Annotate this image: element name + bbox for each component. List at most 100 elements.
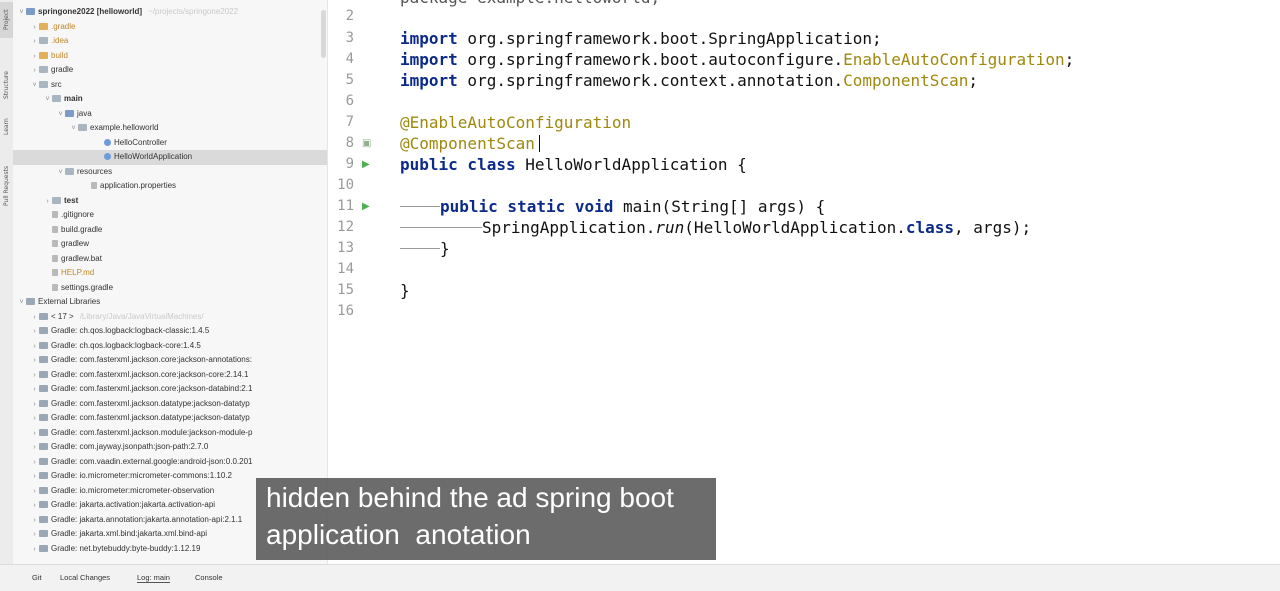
bean-icon[interactable]: ▣ (362, 133, 371, 154)
tree-item-label: .gradle (51, 21, 76, 31)
tree-item[interactable]: › .gradle (13, 20, 327, 35)
tree-item[interactable]: › .idea (13, 34, 327, 49)
tree-item-label: Gradle: com.fasterxml.jackson.datatype:j… (51, 413, 250, 422)
tree-item[interactable]: › Gradle: ch.qos.logback:logback-classic:… (13, 324, 327, 339)
tree-item[interactable]: › Gradle: com.fasterxml.jackson.datatype:… (13, 411, 327, 426)
chevron-right-icon[interactable]: › (30, 383, 39, 398)
chevron-right-icon[interactable]: › (43, 195, 52, 210)
tree-item[interactable]: › Gradle: com.fasterxml.jackson.core:jack… (13, 368, 327, 383)
tree-item[interactable]: ˅ resources (13, 165, 327, 180)
tab-pull-requests[interactable]: Pull Requests (0, 150, 13, 222)
tree-item[interactable]: ˅ main (13, 92, 327, 107)
bottom-tool-bar: Git Local Changes Log: main Console (0, 564, 1280, 591)
tree-item[interactable]: › Gradle: com.fasterxml.jackson.datatype:… (13, 397, 327, 412)
chevron-right-icon[interactable]: › (30, 514, 39, 529)
tab-local-changes[interactable]: Local Changes (60, 573, 110, 582)
run-gutter-icon[interactable]: ▶ (362, 154, 370, 175)
tree-item[interactable]: › Gradle: com.fasterxml.jackson.core:jack… (13, 382, 327, 397)
chevron-right-icon[interactable]: › (30, 311, 39, 326)
chevron-right-icon[interactable]: › (30, 35, 39, 50)
chevron-right-icon[interactable]: › (30, 543, 39, 558)
tree-item[interactable]: settings.gradle (13, 281, 327, 296)
tree-item[interactable]: › < 17 > /Library/Java/JavaVirtualMachines… (13, 310, 327, 325)
tree-item[interactable]: gradlew (13, 237, 327, 252)
tree-item[interactable]: HelloWorldApplication (13, 150, 327, 165)
excluded-folder-icon (39, 22, 48, 30)
class-ref: ComponentScan (843, 71, 969, 90)
chevron-down-icon[interactable]: ˅ (56, 166, 65, 181)
chevron-right-icon[interactable]: › (30, 470, 39, 485)
chevron-down-icon[interactable]: ˅ (17, 6, 26, 21)
tree-item-label: External Libraries (38, 297, 101, 306)
library-icon (39, 515, 48, 523)
tab-git[interactable]: Git (32, 573, 42, 582)
tree-item[interactable]: ˅ java (13, 107, 327, 122)
chevron-right-icon[interactable]: › (30, 325, 39, 340)
video-caption: hidden behind the ad spring boot applica… (256, 478, 716, 560)
method-ref: run (655, 218, 685, 237)
chevron-down-icon[interactable]: ˅ (17, 296, 26, 311)
tree-item[interactable]: ˅ springone2022 [helloworld] ~/projects/sp… (13, 5, 327, 20)
tree-item[interactable]: .gitignore (13, 208, 327, 223)
chevron-right-icon[interactable]: › (30, 528, 39, 543)
line-number: 2 (345, 8, 354, 24)
tree-item[interactable]: › Gradle: com.fasterxml.jackson.module:ja… (13, 426, 327, 441)
chevron-right-icon[interactable]: › (30, 456, 39, 471)
line-number: 16 (337, 303, 354, 319)
tab-console[interactable]: Console (195, 573, 223, 582)
tree-item[interactable]: gradlew.bat (13, 252, 327, 267)
tab-project[interactable]: Project (0, 2, 13, 38)
tree-item[interactable]: ˅ src (13, 78, 327, 93)
tree-item-label: HelloController (114, 137, 167, 147)
library-icon (39, 544, 48, 552)
chevron-down-icon[interactable]: ˅ (69, 122, 78, 137)
tree-item[interactable]: › Gradle: com.fasterxml.jackson.core:jack… (13, 353, 327, 368)
tree-item[interactable]: › Gradle: com.vaadin.external.google:andr… (13, 455, 327, 470)
chevron-right-icon[interactable]: › (30, 50, 39, 65)
chevron-right-icon[interactable]: › (30, 340, 39, 355)
tree-item[interactable]: › build (13, 49, 327, 64)
code-line-import: import org.springframework.boot.autoconf… (400, 49, 1074, 70)
chevron-right-icon[interactable]: › (30, 354, 39, 369)
tree-item[interactable]: build.gradle (13, 223, 327, 238)
file-icon (91, 182, 97, 189)
code-line-import: import org.springframework.context.annot… (400, 70, 978, 91)
tree-item[interactable]: › Gradle: ch.qos.logback:logback-core:1.4… (13, 339, 327, 354)
chevron-down-icon[interactable]: ˅ (43, 93, 52, 108)
chevron-down-icon[interactable]: ˅ (30, 79, 39, 94)
tree-item[interactable]: › test (13, 194, 327, 209)
line-number: 12 (337, 219, 354, 235)
chevron-right-icon[interactable]: › (30, 427, 39, 442)
run-gutter-icon[interactable]: ▶ (362, 196, 370, 217)
library-icon (26, 298, 35, 305)
project-scrollbar[interactable] (321, 10, 326, 58)
tab-learn[interactable]: Learn (0, 110, 13, 144)
tree-item[interactable]: application.properties (13, 179, 327, 194)
chevron-right-icon[interactable]: › (30, 21, 39, 36)
keyword: import (400, 50, 458, 69)
tab-log-main[interactable]: Log: main (137, 573, 170, 583)
tree-item[interactable]: › Gradle: com.jayway.jsonpath:json-path:2… (13, 440, 327, 455)
chevron-right-icon[interactable]: › (30, 441, 39, 456)
tree-item-label: springone2022 [helloworld] (38, 7, 143, 16)
chevron-right-icon[interactable]: › (30, 499, 39, 514)
library-icon (39, 428, 48, 436)
tree-item[interactable]: ˅ example.helloworld (13, 121, 327, 136)
chevron-right-icon[interactable]: › (30, 412, 39, 427)
library-icon (39, 443, 48, 450)
tree-item[interactable]: HELP.md (13, 266, 327, 281)
chevron-right-icon[interactable]: › (30, 64, 39, 79)
chevron-down-icon[interactable]: ˅ (56, 108, 65, 123)
chevron-right-icon[interactable]: › (30, 485, 39, 500)
tree-item[interactable]: HelloController (13, 136, 327, 151)
library-icon (39, 312, 48, 320)
tab-structure[interactable]: Structure (0, 62, 13, 108)
chevron-right-icon[interactable]: › (30, 369, 39, 384)
tree-item[interactable]: › gradle (13, 63, 327, 78)
code-text: org.springframework.boot.SpringApplicati… (457, 29, 882, 48)
class-ref: EnableAutoConfiguration (843, 50, 1065, 69)
tree-item-label: settings.gradle (61, 282, 114, 292)
tree-item[interactable]: ˅ External Libraries (13, 295, 327, 310)
chevron-right-icon[interactable]: › (30, 398, 39, 413)
line-number: 15 (337, 282, 354, 298)
